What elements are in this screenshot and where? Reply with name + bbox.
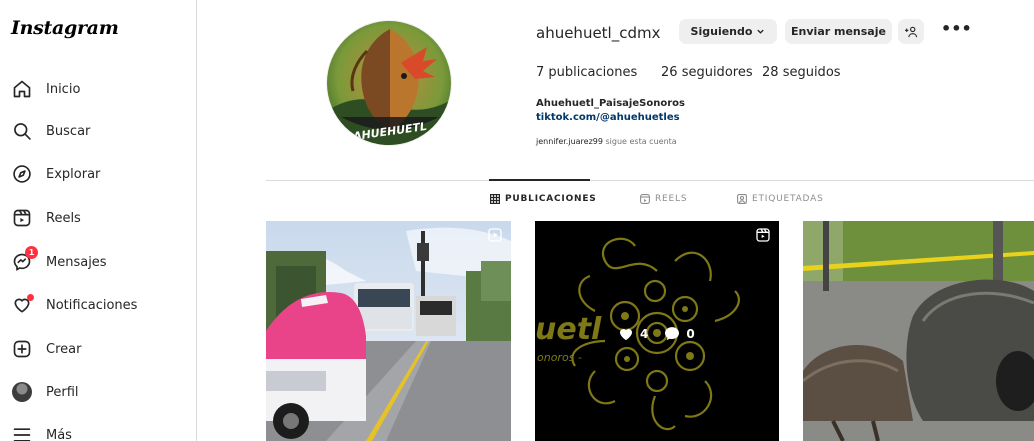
followed-by-user: jennifer.juarez99 [536,137,603,146]
sidebar-item-label: Mensajes [46,254,107,270]
send-message-button[interactable]: Enviar mensaje [785,19,892,44]
comment-icon [665,327,680,341]
suggested-users-button[interactable] [898,19,924,44]
sidebar-item-label: Crear [46,341,82,357]
stat-posts-label: publicaciones [548,65,638,80]
tab-etiquetadas[interactable]: ETIQUETADAS [737,194,824,204]
more-options-icon[interactable]: ••• [941,20,972,42]
likes-value: 4 [640,326,649,341]
reels-icon [640,194,650,204]
stat-followers-count: 26 [661,65,678,80]
post-engagement: 4 0 [618,326,711,341]
sidebar-item-label: Explorar [46,166,101,182]
post-thumbnail[interactable]: uetl onoros - 4 0 [535,221,779,441]
sidebar-item-label: Más [46,427,72,441]
search-icon [11,120,33,142]
profile-avatar[interactable]: AHUEHUETL [326,20,452,146]
profile-bio-link[interactable]: tiktok.com/@ahuehuetles [536,112,680,123]
stat-posts[interactable]: 7 publicaciones [536,65,637,80]
tab-label: ETIQUETADAS [752,194,824,204]
chevron-down-icon [756,27,765,36]
sidebar-item-notificaciones[interactable]: Notificaciones [11,290,186,320]
sidebar-item-label: Inicio [46,81,81,97]
sidebar-item-label: Perfil [46,384,79,400]
stat-following-label: seguidos [782,65,841,80]
tagged-icon [737,194,747,204]
following-button[interactable]: Siguiendo [679,19,777,44]
sidebar-item-inicio[interactable]: Inicio [11,74,186,104]
tab-label: PUBLICACIONES [505,194,597,204]
stat-followers[interactable]: 26 seguidores [661,65,753,80]
tab-reels[interactable]: REELS [640,194,687,204]
tabs-divider [266,180,1034,181]
post-thumbnail[interactable] [803,221,1034,441]
instagram-logo[interactable]: Instagram [11,17,119,39]
stat-posts-count: 7 [536,65,545,80]
sidebar-item-mensajes[interactable]: 1 Mensajes [11,246,186,277]
following-button-label: Siguiendo [690,25,753,38]
comments-count: 0 [664,326,695,341]
sidebar: Instagram Inicio Buscar Explorar Reels 1… [0,0,197,441]
reel-indicator-icon [487,227,503,243]
notification-badge: 1 [25,246,38,259]
heart-icon [620,329,632,341]
active-tab-indicator [489,179,590,181]
grid-icon [490,194,500,204]
notification-dot [27,294,34,301]
sidebar-item-reels[interactable]: Reels [11,203,186,233]
sidebar-item-label: Reels [46,210,81,226]
home-icon [11,78,33,100]
sidebar-item-label: Buscar [46,123,91,139]
likes-count: 4 [618,326,648,341]
tab-label: REELS [655,194,688,204]
stat-following-count: 28 [762,65,779,80]
post-thumbnail[interactable] [266,221,511,441]
profile-username: ahuehuetl_cdmx [536,24,661,42]
sidebar-item-mas[interactable]: Más [11,420,186,441]
tab-publicaciones[interactable]: PUBLICACIONES [490,194,597,204]
stat-followers-label: seguidores [681,65,753,80]
heart-icon [11,294,34,316]
sidebar-item-buscar[interactable]: Buscar [11,116,186,146]
add-user-icon [904,26,918,38]
reel-indicator-icon [755,227,771,243]
comments-value: 0 [686,326,695,341]
sidebar-item-explorar[interactable]: Explorar [11,159,186,189]
avatar-wrapper [11,381,33,403]
sidebar-item-crear[interactable]: Crear [11,334,186,364]
menu-icon [11,424,33,441]
stat-following[interactable]: 28 seguidos [762,65,841,80]
sidebar-item-label: Notificaciones [46,297,138,313]
followed-by[interactable]: jennifer.juarez99 sigue esta cuenta [536,137,677,146]
compass-icon [11,163,33,185]
messenger-icon: 1 [11,246,38,273]
followed-by-text: sigue esta cuenta [605,137,677,146]
reels-icon [11,207,33,229]
plus-square-icon [11,338,33,360]
profile-full-name: Ahuehuetl_PaisajeSonoros [536,98,685,109]
sidebar-item-perfil[interactable]: Perfil [11,377,186,407]
avatar [12,382,32,402]
send-message-label: Enviar mensaje [791,25,886,38]
